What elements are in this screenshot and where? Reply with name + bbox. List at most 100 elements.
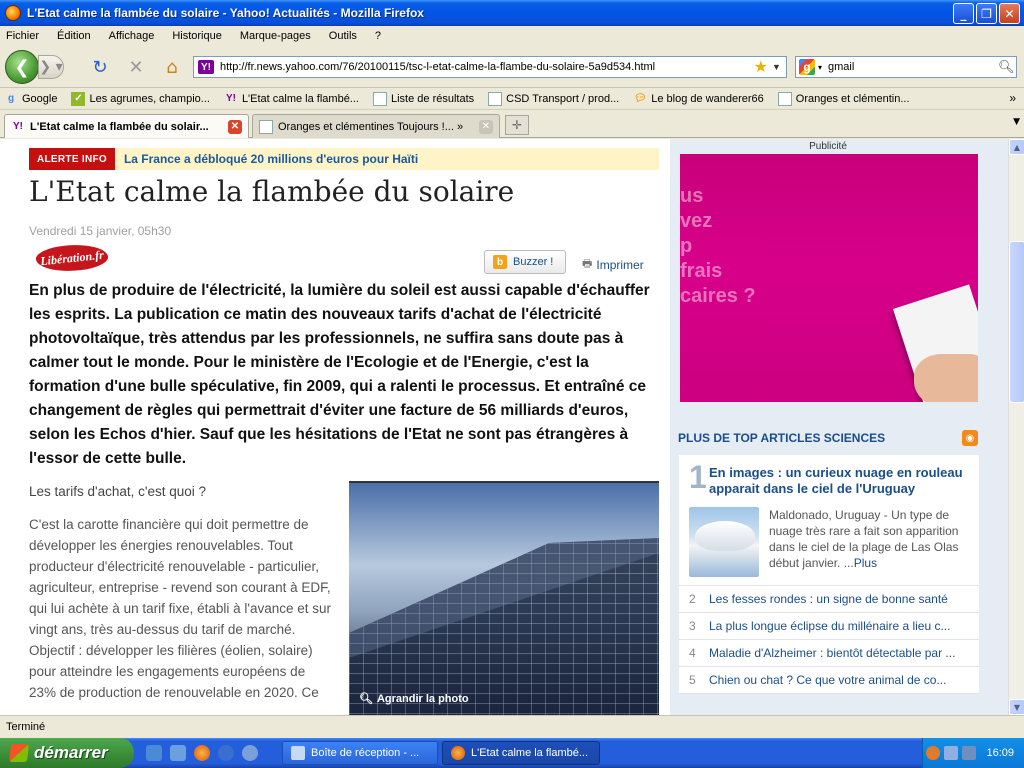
taskbar-mail[interactable]: Boîte de réception - ... xyxy=(282,741,438,765)
rss-icon[interactable]: ◉ xyxy=(962,430,978,446)
buzz-button[interactable]: b Buzzer ! xyxy=(484,250,566,274)
tab-list-icon[interactable]: ▼ xyxy=(1013,117,1020,127)
tab-close-icon[interactable]: ✕ xyxy=(479,119,493,134)
alert-link[interactable]: La France a débloqué 20 millions d'euros… xyxy=(124,152,418,166)
stop-button[interactable]: ✕ xyxy=(124,56,148,78)
scroll-up-icon[interactable]: ▲ xyxy=(1009,139,1024,155)
scroll-thumb[interactable] xyxy=(1009,241,1024,403)
page-content: ALERTE INFO La France a débloqué 20 mill… xyxy=(0,139,1008,715)
bookmark-agrumes[interactable]: ✓ Les agrumes, champio... xyxy=(71,91,210,106)
menu-marque-pages[interactable]: Marque-pages xyxy=(240,30,311,42)
top-article-4[interactable]: 4 Maladie d'Alzheimer : bientôt détectab… xyxy=(679,640,979,667)
bookmarks-overflow-icon[interactable]: » xyxy=(1009,91,1016,105)
menu-edition[interactable]: Édition xyxy=(57,30,91,42)
cloud-thumbnail[interactable] xyxy=(689,507,759,577)
url-dropdown-icon[interactable]: ▼ xyxy=(772,62,786,72)
bookmark-label: CSD Transport / prod... xyxy=(506,92,620,105)
top-article-title[interactable]: Maladie d'Alzheimer : bientôt détectable… xyxy=(709,646,969,660)
rank-number: 5 xyxy=(689,673,696,687)
maximize-button[interactable]: ❐ xyxy=(976,3,997,24)
alert-badge: ALERTE INFO xyxy=(29,148,115,170)
ad-line: us xyxy=(680,185,704,207)
media-player-quicklaunch-icon[interactable] xyxy=(218,745,234,761)
top-article-2[interactable]: 2 Les fesses rondes : un signe de bonne … xyxy=(679,586,979,613)
search-input[interactable]: gmail xyxy=(822,61,998,73)
scroll-down-icon[interactable]: ▼ xyxy=(1009,699,1024,715)
bookmark-blog[interactable]: 💬︎ Le blog de wanderer66 xyxy=(633,92,764,106)
top-article-1-title[interactable]: En images : un curieux nuage en rouleau … xyxy=(709,465,969,497)
close-window-button[interactable]: ✕ xyxy=(999,3,1020,24)
menu-aide[interactable]: ? xyxy=(375,30,381,42)
top-article-title[interactable]: La plus longue éclipse du millénaire a l… xyxy=(709,619,969,633)
firefox-quicklaunch-icon[interactable] xyxy=(194,745,210,761)
windows-taskbar: démarrer Boîte de réception - ... L'Etat… xyxy=(0,738,1024,768)
menu-historique[interactable]: Historique xyxy=(172,30,222,42)
print-link[interactable]: 🖶 Imprimer xyxy=(582,255,644,274)
minimize-button[interactable]: _ xyxy=(953,3,974,24)
bookmark-etat[interactable]: Y! L'Etat calme la flambé... xyxy=(224,92,359,106)
outlook-quicklaunch-icon[interactable] xyxy=(170,745,186,761)
tray-expand-icon[interactable] xyxy=(926,746,941,760)
google-search-engine-icon[interactable]: g xyxy=(799,59,815,75)
article-body: C'est la carotte financière qui doit per… xyxy=(29,517,332,700)
bookmark-label: Liste de résultats xyxy=(390,92,475,105)
google-icon: g xyxy=(7,93,15,104)
menu-affichage[interactable]: Affichage xyxy=(109,30,155,42)
url-text[interactable]: http://fr.news.yahoo.com/76/20100115/tsc… xyxy=(220,61,754,73)
ad-line: caires ? xyxy=(680,285,756,307)
tab-oranges[interactable]: Oranges et clémentines Toujours !... » ✕ xyxy=(252,114,500,138)
solar-panel-photo xyxy=(349,483,659,715)
tab-close-icon[interactable]: ✕ xyxy=(228,119,242,134)
rank-number: 4 xyxy=(689,646,696,660)
vertical-scrollbar[interactable]: ▲ ▼ xyxy=(1008,139,1024,715)
bookmark-oranges[interactable]: Oranges et clémentin... xyxy=(777,91,910,106)
more-link[interactable]: Plus xyxy=(854,556,877,570)
buzz-icon: b xyxy=(493,255,507,269)
start-button[interactable]: démarrer xyxy=(0,738,134,768)
back-button[interactable]: ❮ xyxy=(5,50,39,84)
ad-line: frais xyxy=(680,260,723,282)
tab-etat-solaire[interactable]: Y! L'Etat calme la flambée du solair... … xyxy=(4,114,249,138)
status-text: Terminé xyxy=(6,721,46,733)
network-icon[interactable] xyxy=(944,746,959,760)
menu-fichier[interactable]: Fichier xyxy=(6,30,39,42)
mail-icon xyxy=(291,746,305,760)
menu-bar: Fichier Édition Affichage Historique Mar… xyxy=(0,26,1024,46)
enlarge-photo-link[interactable]: 🔍︎ Agrandir la photo xyxy=(359,692,469,706)
top-article-title[interactable]: Les fesses rondes : un signe de bonne sa… xyxy=(709,592,969,606)
new-tab-button[interactable]: ✛ xyxy=(505,115,529,135)
yahoo-favicon-icon: Y! xyxy=(198,60,214,74)
top-article-title[interactable]: Chien ou chat ? Ce que votre animal de c… xyxy=(709,673,969,687)
bookmark-csd[interactable]: CSD Transport / prod... xyxy=(488,91,620,106)
status-bar: Terminé xyxy=(0,715,1024,738)
url-bar[interactable]: Y! http://fr.news.yahoo.com/76/20100115/… xyxy=(193,56,787,78)
volume-icon[interactable] xyxy=(962,746,977,760)
top-article-5[interactable]: 5 Chien ou chat ? Ce que votre animal de… xyxy=(679,667,979,694)
window-title: L'Etat calme la flambée du solaire - Yah… xyxy=(27,6,424,20)
top-article-3[interactable]: 3 La plus longue éclipse du millénaire a… xyxy=(679,613,979,640)
bookmark-google[interactable]: g Google xyxy=(4,92,58,106)
tab-label: L'Etat calme la flambée du solair... xyxy=(30,120,209,133)
menu-outils[interactable]: Outils xyxy=(329,30,357,42)
search-bar[interactable]: g ▾ gmail 🔍︎ xyxy=(795,56,1017,78)
bookmark-star-icon[interactable]: ★ xyxy=(754,57,768,77)
desktop-quicklaunch-icon[interactable] xyxy=(146,745,162,761)
stop-icon: ✕ xyxy=(128,56,144,78)
printer-icon: 🖶 xyxy=(582,258,593,270)
print-label: Imprimer xyxy=(596,257,644,272)
top-article-1[interactable]: 1 En images : un curieux nuage en roulea… xyxy=(679,455,979,586)
liberation-logo[interactable]: Libération.fr xyxy=(34,241,110,275)
reload-button[interactable]: ↻ xyxy=(88,56,112,78)
article-photo[interactable]: 🔍︎ Agrandir la photo xyxy=(349,481,659,715)
search-magnifier-icon[interactable]: 🔍︎ xyxy=(998,59,1016,75)
photo-caption-label: Agrandir la photo xyxy=(376,692,469,705)
bookmark-resultats[interactable]: Liste de résultats xyxy=(372,91,475,106)
ie-quicklaunch-icon[interactable] xyxy=(242,745,258,761)
advertisement[interactable]: us vez p frais caires ? xyxy=(680,154,978,402)
top-articles-header: PLUS DE TOP ARTICLES SCIENCES ◉ xyxy=(678,430,978,446)
taskbar-firefox[interactable]: L'Etat calme la flambé... xyxy=(442,741,600,765)
forward-button[interactable]: ❯ ▾ xyxy=(38,55,64,79)
clock[interactable]: 16:09 xyxy=(986,747,1014,759)
home-button[interactable]: ⌂ xyxy=(160,56,184,78)
bookmarks-toolbar: g Google ✓ Les agrumes, champio... Y! L'Eta… xyxy=(0,88,1024,110)
